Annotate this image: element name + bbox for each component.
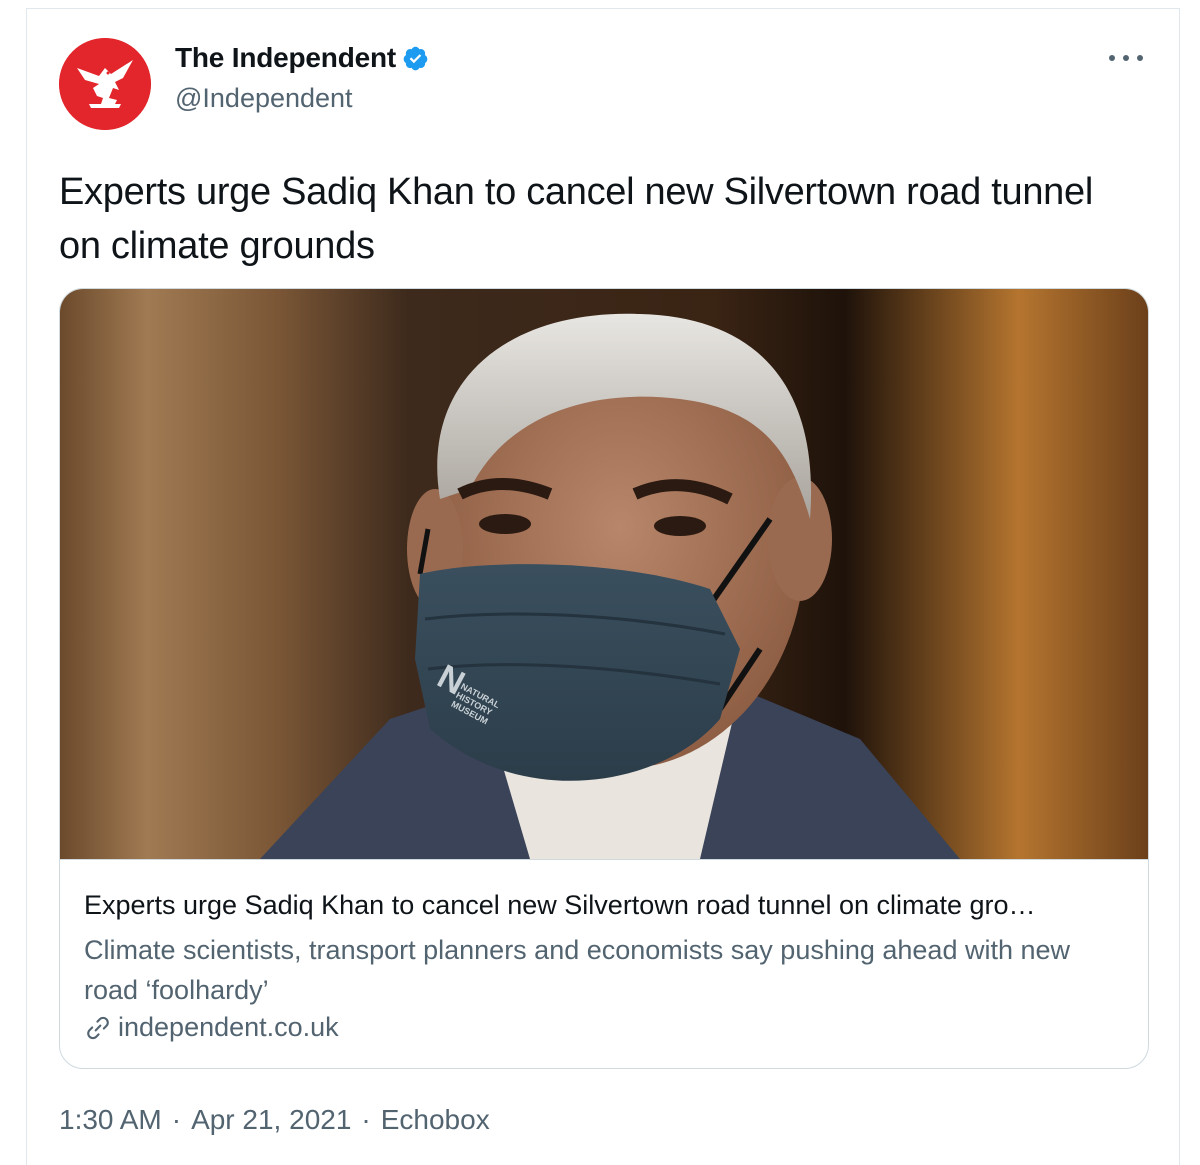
eagle-logo-icon [59, 38, 151, 130]
more-options-icon[interactable] [1109, 45, 1143, 71]
card-description: Climate scientists, transport planners a… [84, 935, 1071, 1005]
card-image[interactable]: N NATURAL HISTORY MUSEUM [60, 289, 1148, 859]
verified-badge-icon [402, 45, 429, 72]
link-card[interactable]: N NATURAL HISTORY MUSEUM Experts urge Sa… [59, 288, 1149, 1069]
card-domain[interactable]: independent.co.uk [84, 1012, 339, 1043]
separator: · [171, 1104, 182, 1135]
separator: · [361, 1104, 371, 1135]
tweet-text: Experts urge Sadiq Khan to cancel new Si… [59, 171, 1093, 267]
tweet-metadata: 1:30 AM · Apr 21, 2021 · Echobox [59, 1104, 490, 1136]
tweet[interactable]: The Independent @Independent Experts urg… [26, 8, 1180, 1165]
tweet-date[interactable]: Apr 21, 2021 [191, 1104, 351, 1136]
tweet-time[interactable]: 1:30 AM [59, 1104, 162, 1136]
avatar[interactable] [59, 38, 151, 130]
display-name[interactable]: The Independent [175, 42, 396, 74]
link-icon [84, 1014, 112, 1042]
card-body[interactable]: Experts urge Sadiq Khan to cancel new Si… [60, 859, 1148, 1068]
card-domain-text[interactable]: independent.co.uk [118, 1012, 339, 1043]
handle[interactable]: @Independent [175, 83, 353, 114]
card-title[interactable]: Experts urge Sadiq Khan to cancel new Si… [84, 890, 1124, 921]
tweet-source[interactable]: Echobox [381, 1104, 490, 1136]
